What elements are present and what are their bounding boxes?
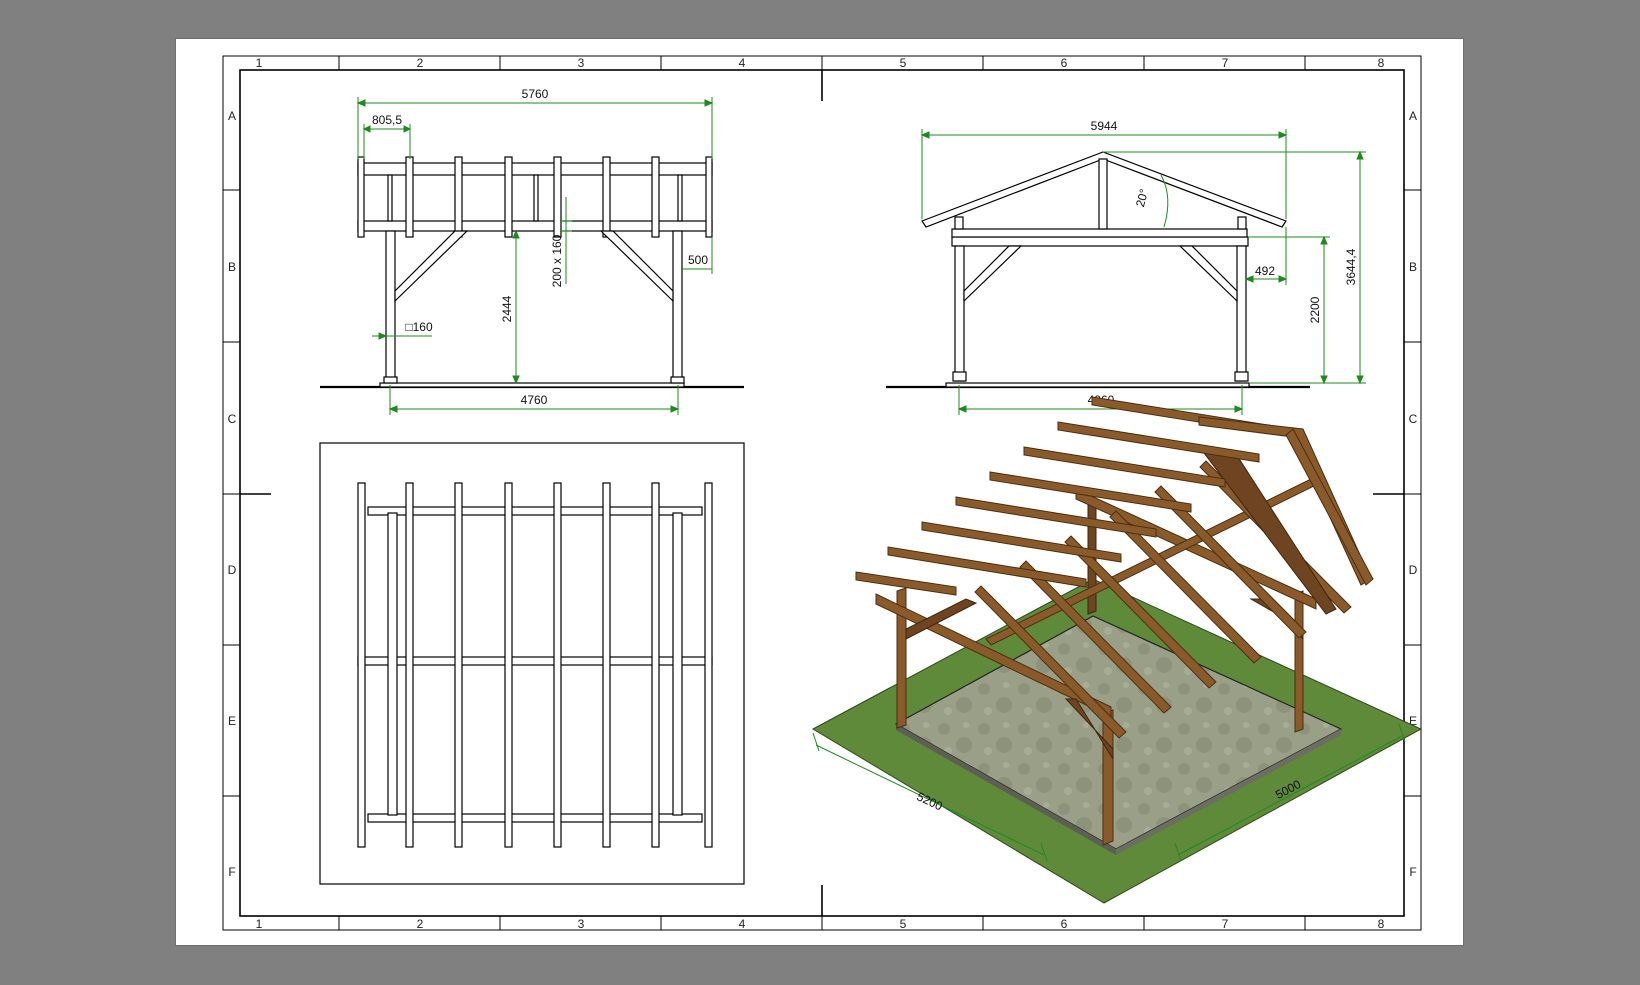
zone-label: B (1409, 260, 1417, 274)
zone-label: E (228, 714, 236, 728)
front-elevation-view (320, 156, 744, 389)
zone-label: 3 (578, 917, 585, 931)
zone-label: 2 (417, 917, 424, 931)
zone-label: 4 (739, 56, 746, 70)
dim-side-roof-pitch: 20° (1133, 187, 1151, 208)
dim-side-eave-height: 2200 (1308, 296, 1322, 323)
zone-label: 8 (1378, 917, 1385, 931)
side-elevation-view (886, 151, 1310, 389)
dim-side-overhang: 492 (1255, 264, 1275, 278)
zone-label: C (1409, 412, 1418, 426)
front-dimensions: 5760 805,5 200 x 160 2444 500 □160 4760 (356, 87, 714, 415)
zone-label: 2 (417, 56, 424, 70)
zone-label: 6 (1061, 56, 1068, 70)
technical-drawing: 1 2 3 4 5 6 7 8 1 2 3 4 5 6 7 8 A B C D … (222, 55, 1423, 931)
zone-labels-bottom: 1 2 3 4 5 6 7 8 (256, 917, 1385, 931)
zone-label: A (228, 109, 236, 123)
dim-front-brace-offset: 500 (688, 253, 708, 267)
zone-label: 3 (578, 56, 585, 70)
dim-side-width: 5944 (1091, 119, 1118, 133)
zone-label: B (228, 260, 236, 274)
zone-label: 5 (900, 56, 907, 70)
isometric-view (811, 396, 1423, 904)
zone-label: F (1409, 865, 1416, 879)
dim-front-post-spacing: 4760 (521, 393, 548, 407)
zone-labels-top: 1 2 3 4 5 6 7 8 (256, 56, 1385, 70)
zone-label: 1 (256, 917, 263, 931)
zone-label: 1 (256, 56, 263, 70)
zone-label: C (228, 412, 237, 426)
dim-front-post-height: 2444 (500, 295, 514, 322)
zone-label: 6 (1061, 917, 1068, 931)
zone-label: F (228, 865, 235, 879)
zone-label: 5 (900, 917, 907, 931)
dim-front-width: 5760 (522, 87, 549, 101)
dim-front-post-section: □160 (405, 320, 433, 334)
zone-label: 8 (1378, 56, 1385, 70)
zone-label: D (1409, 563, 1418, 577)
zone-label: 7 (1222, 917, 1229, 931)
zone-label: 7 (1222, 56, 1229, 70)
dim-side-ridge-height: 3644,4 (1344, 248, 1358, 285)
zone-label: A (1409, 109, 1417, 123)
zone-label: 4 (739, 917, 746, 931)
zone-label: D (228, 563, 237, 577)
plan-view (319, 442, 745, 885)
drawing-sheet: 1 2 3 4 5 6 7 8 1 2 3 4 5 6 7 8 A B C D … (176, 39, 1463, 945)
dim-front-beam-section: 200 x 160 (550, 234, 564, 287)
dim-front-overhang: 805,5 (372, 113, 402, 127)
